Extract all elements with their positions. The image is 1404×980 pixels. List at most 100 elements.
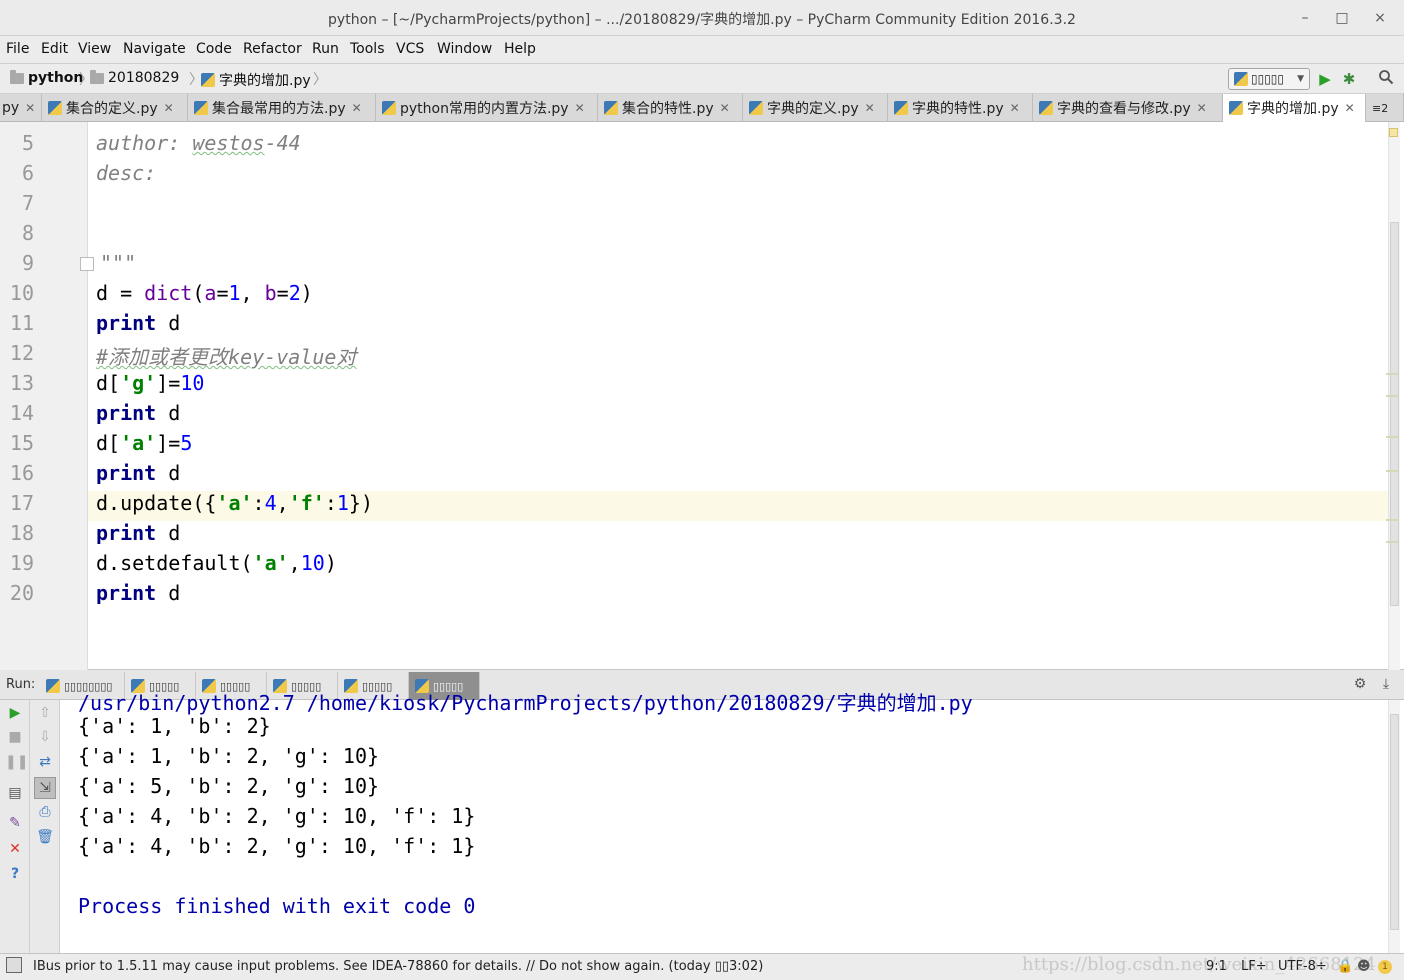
scroll-to-end-icon[interactable]: ⇲ [34,777,56,799]
file-encoding[interactable]: UTF-8÷ [1278,959,1327,974]
editor-tab-active[interactable]: 字典的增加.py ✕ [1223,94,1366,122]
line-number: 11 [9,311,34,335]
inspection-status-icon[interactable] [1389,128,1398,137]
arrow-down-icon[interactable]: ⇩ [35,727,55,747]
close-tab-icon[interactable]: ✕ [1197,101,1207,115]
stop-icon[interactable]: ■ [5,727,25,747]
code-token: 10 [180,371,205,395]
menu-refactor[interactable]: Refactor [243,41,302,57]
editor-tab[interactable]: 字典的查看与修改.py ✕ [1033,94,1223,122]
menu-navigate[interactable]: Navigate [123,41,186,57]
menu-edit[interactable]: Edit [41,41,68,57]
close-tab-icon[interactable]: ✕ [1345,101,1355,115]
editor-tab[interactable]: python常用的内置方法.py ✕ [376,94,598,122]
breadcrumb-separator: 〉 [313,72,327,88]
status-message[interactable]: IBus prior to 1.5.11 may cause input pro… [33,959,763,974]
warning-stripe[interactable] [1386,541,1398,543]
python-file-icon [382,101,396,115]
warning-stripe[interactable] [1386,436,1398,438]
lock-icon[interactable]: 🔒 [1337,959,1353,974]
editor-tab[interactable]: 字典的特性.py ✕ [888,94,1033,122]
caret-position[interactable]: 9:1 [1206,959,1227,974]
line-number: 19 [9,551,34,575]
run-icon[interactable]: ▶ [1315,69,1335,89]
menu-vcs[interactable]: VCS [396,41,424,57]
close-tab-icon[interactable]: ✕ [164,101,174,115]
console-command-line: /usr/bin/python2.7 /home/kiosk/PycharmPr… [78,691,973,715]
run-configuration-select[interactable]: ▯▯▯▯▯ ▼ [1228,68,1310,90]
minimize-button[interactable]: – [1293,6,1317,30]
warning-stripe[interactable] [1386,470,1398,472]
code-token: 'g' [120,371,157,395]
editor-tab[interactable]: 字典的定义.py ✕ [743,94,888,122]
toolwindows-toggle-icon[interactable] [6,957,22,973]
menu-view[interactable]: View [78,41,111,57]
code-line: d['a']=5 [96,431,192,455]
code-editor[interactable]: 5 6 7 8 9 10 11 12 13 14 15 16 17 18 19 … [0,122,1404,670]
console-scrollbar-thumb[interactable] [1390,714,1399,930]
editor-tab[interactable]: 集合最常用的方法.py ✕ [188,94,376,122]
tab-overflow-button[interactable]: ≡2 [1366,94,1404,122]
menu-run[interactable]: Run [312,41,339,57]
menu-code[interactable]: Code [196,41,232,57]
code-token: ) [324,551,337,575]
breadcrumb-folder[interactable]: 20180829 [90,69,180,86]
arrow-up-icon[interactable]: ⇧ [35,703,55,723]
help-icon[interactable]: ? [5,864,25,884]
editor-tab[interactable]: py ✕ [0,94,42,122]
clear-trash-icon[interactable]: 🗑 [35,827,55,847]
search-icon[interactable] [1376,69,1396,89]
close-tab-icon[interactable]: ✕ [865,101,875,115]
close-tab-icon[interactable]: ✕ [720,101,730,115]
folder-icon [90,69,104,84]
close-tab-icon[interactable]: ✕ [575,101,585,115]
python-file-icon [604,101,618,115]
warning-stripe[interactable] [1386,373,1398,375]
debug-icon[interactable]: ✱ [1339,69,1359,89]
rerun-icon[interactable]: ▶ [5,703,25,723]
close-run-icon[interactable]: ✕ [5,839,25,859]
code-token: d[ [96,431,121,455]
close-tab-icon[interactable]: ✕ [1010,101,1020,115]
menu-file[interactable]: File [6,41,29,57]
code-token: = [216,281,229,305]
code-line: d.setdefault('a',10) [96,551,337,575]
line-number: 15 [9,431,34,455]
event-log-icon[interactable]: 1 [1378,960,1392,974]
code-line: print d [96,461,180,485]
print-icon[interactable]: ⎙ [35,802,55,822]
fold-toggle-icon[interactable] [80,257,94,271]
editor-gutter[interactable]: 5 6 7 8 9 10 11 12 13 14 15 16 17 18 19 … [0,122,88,670]
soft-wrap-icon[interactable]: ⇄ [35,752,55,772]
run-console[interactable]: ▶ ■ ❚❚ ▤ ✎ ✕ ? ⇧ ⇩ ⇄ ⇲ ⎙ 🗑 /usr/bin/pyth… [0,691,1404,953]
warning-stripe[interactable] [1386,395,1398,397]
breadcrumb-project[interactable]: python [10,69,83,86]
inspector-icon[interactable]: ☻ [1357,959,1371,974]
settings-gear-icon[interactable]: ⚙ [1350,674,1370,694]
menu-help[interactable]: Help [504,41,536,57]
line-number: 5 [21,131,34,155]
editor-tab[interactable]: 集合的定义.py ✕ [42,94,188,122]
hide-panel-icon[interactable]: ⤓ [1376,674,1396,694]
editor-scrollbar-thumb[interactable] [1390,222,1399,606]
editor-tab-label: py [2,100,20,116]
code-line: print d [96,311,180,335]
editor-tab[interactable]: 集合的特性.py ✕ [598,94,743,122]
editor-tab-label: 字典的定义.py [767,101,859,117]
warning-stripe[interactable] [1386,519,1398,521]
menu-window[interactable]: Window [437,41,492,57]
code-line: d['g']=10 [96,371,204,395]
close-tab-icon[interactable]: ✕ [352,101,362,115]
breadcrumb-folder-label: 20180829 [108,70,180,86]
line-separator[interactable]: LF÷ [1241,959,1267,974]
breadcrumb-file[interactable]: 字典的增加.py [201,70,311,90]
pin-tab-icon[interactable]: ✎ [5,813,25,833]
restore-layout-icon[interactable]: ▤ [5,783,25,803]
pause-icon[interactable]: ❚❚ [5,752,28,772]
console-output-line: {'a': 4, 'b': 2, 'g': 10, 'f': 1} [78,834,476,858]
menu-tools[interactable]: Tools [350,41,385,57]
breadcrumb-file-label: 字典的增加.py [219,73,311,89]
close-window-button[interactable]: × [1368,6,1392,30]
close-tab-icon[interactable]: ✕ [25,101,35,115]
maximize-button[interactable]: □ [1330,6,1354,30]
